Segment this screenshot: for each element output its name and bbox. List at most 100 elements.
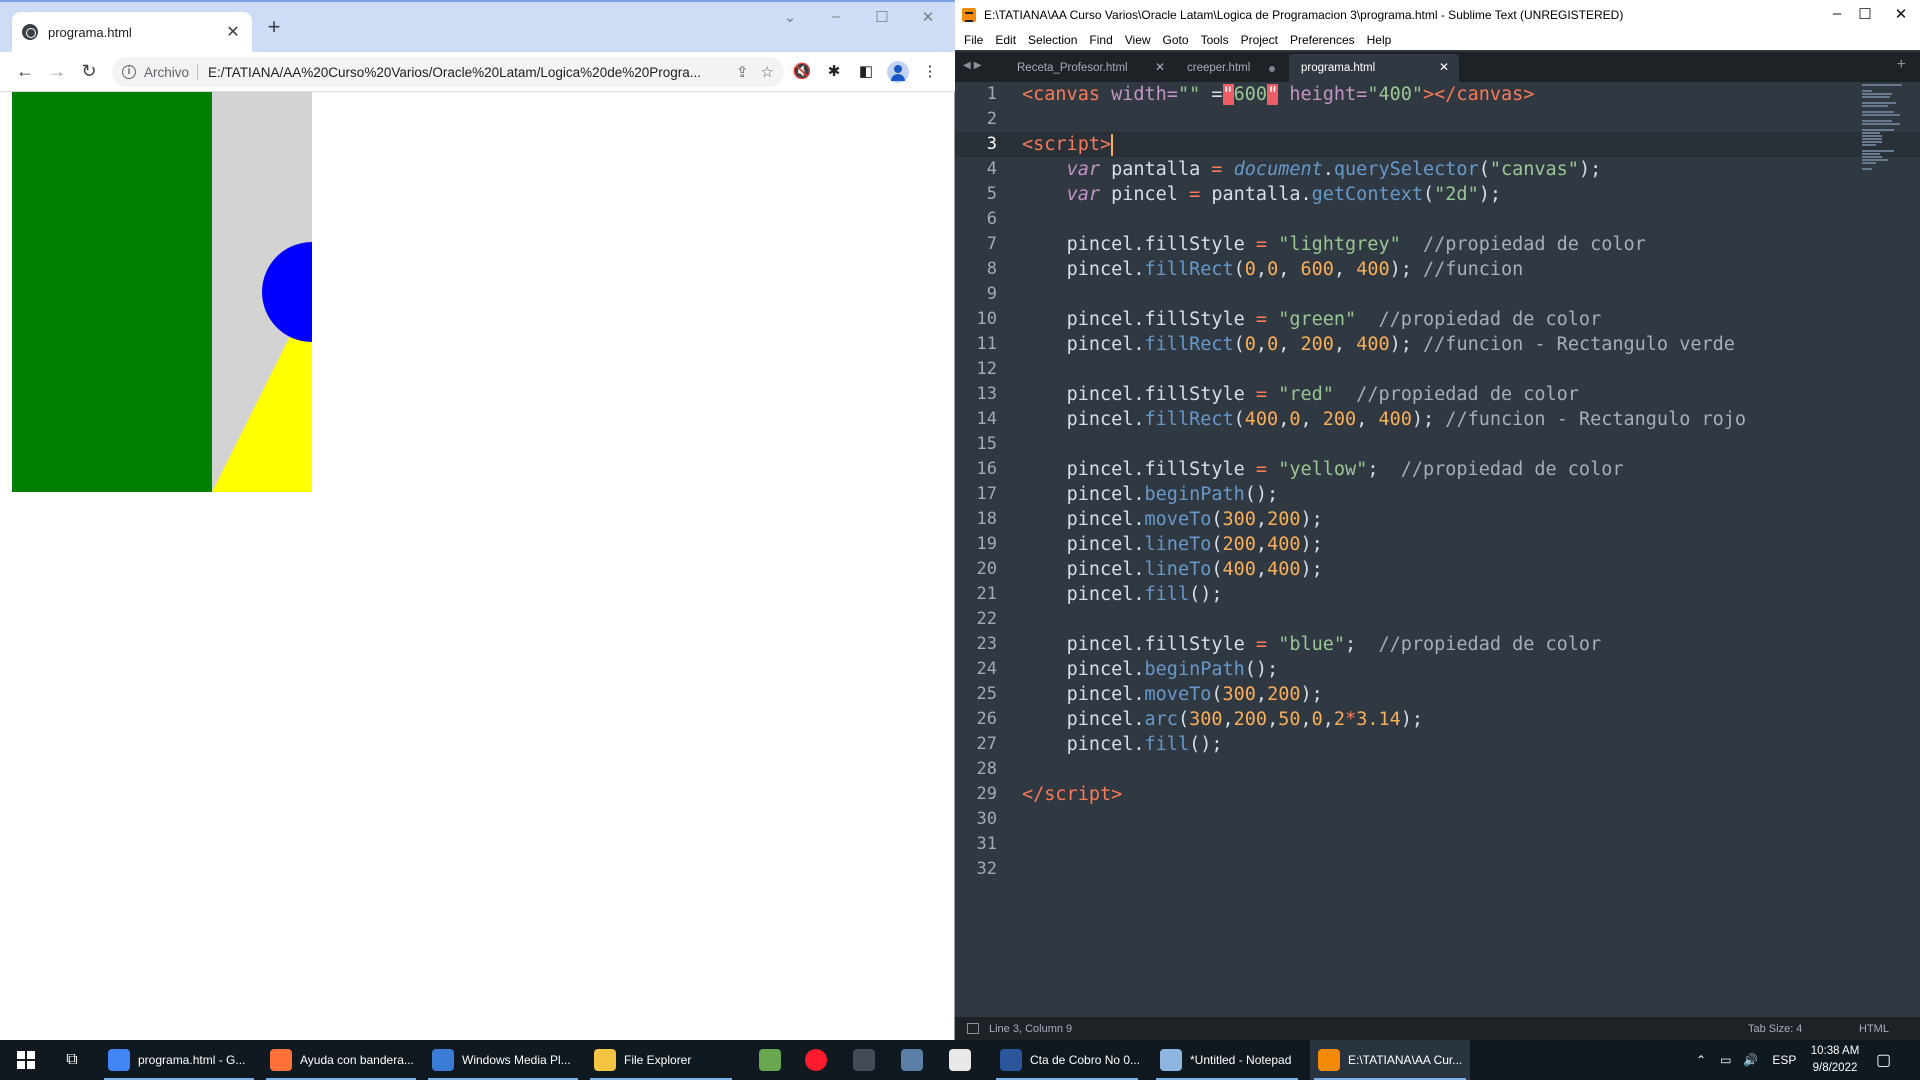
line-number: 26 — [976, 709, 997, 729]
close-window-button[interactable]: ✕ — [908, 8, 948, 26]
taskbar-item-sublime[interactable]: E:\TATIANA\AA Cur... — [1310, 1040, 1470, 1080]
menu-goto[interactable]: Goto — [1163, 33, 1189, 47]
side-panel-icon[interactable]: ◧ — [856, 62, 876, 82]
code-token: = — [1255, 634, 1268, 655]
editor-maximize-button[interactable]: ☐ — [1845, 5, 1885, 23]
panel-toggle-icon[interactable] — [967, 1023, 979, 1034]
reload-icon[interactable]: ↻ — [74, 57, 104, 87]
taskbar-item-word[interactable]: Cta de Cobro No 0... — [992, 1040, 1142, 1080]
menu-find[interactable]: Find — [1089, 33, 1112, 47]
more-menu-icon[interactable]: ⋮ — [920, 62, 940, 82]
tab-size[interactable]: Tab Size: 4 — [1748, 1023, 1802, 1035]
address-bar[interactable]: i Archivo E:/TATIANA/AA%20Curso%20Varios… — [112, 57, 784, 87]
taskbar-pinned-paint[interactable] — [752, 1040, 788, 1080]
code-line-3[interactable]: <script> — [1022, 132, 1114, 157]
code-line-10[interactable]: pincel.fillStyle = "green" //propiedad d… — [1022, 307, 1602, 332]
volume-icon[interactable]: 🔊 — [1743, 1053, 1758, 1067]
code-line-16[interactable]: pincel.fillStyle = "yellow"; //propiedad… — [1022, 457, 1624, 482]
back-arrow-icon[interactable]: ← — [10, 57, 40, 87]
info-icon[interactable]: i — [122, 65, 136, 79]
taskbar-pinned-opera[interactable] — [798, 1040, 834, 1080]
menu-view[interactable]: View — [1125, 33, 1151, 47]
tab-label: Receta_Profesor.html — [1017, 62, 1128, 74]
forward-arrow-icon[interactable]: → — [42, 57, 72, 87]
tab-programa[interactable]: programa.html ✕ — [1289, 54, 1459, 82]
code-line-13[interactable]: pincel.fillStyle = "red" //propiedad de … — [1022, 382, 1579, 407]
code-line-14[interactable]: pincel.fillRect(400,0, 200, 400); //func… — [1022, 407, 1746, 432]
code-line-20[interactable]: pincel.lineTo(400,400); — [1022, 557, 1323, 582]
tray-overflow-chevron-icon[interactable]: ⌃ — [1696, 1053, 1706, 1067]
network-icon[interactable]: ▭ — [1720, 1053, 1731, 1067]
new-file-icon[interactable]: + — [1897, 56, 1906, 74]
tab-creeper[interactable]: creeper.html — [1175, 54, 1287, 82]
notification-center-icon[interactable]: ▢ — [1876, 1040, 1891, 1080]
browser-tab[interactable]: programa.html ✕ — [12, 12, 252, 52]
code-line-1[interactable]: <canvas width="" ="600" height="400"></c… — [1022, 82, 1534, 107]
menu-edit[interactable]: Edit — [995, 33, 1016, 47]
taskbar-item-file-explorer[interactable]: File Explorer — [586, 1040, 736, 1080]
code-line-24[interactable]: pincel.beginPath(); — [1022, 657, 1279, 682]
task-view-icon[interactable]: ⧉ — [52, 1040, 92, 1080]
code-line-5[interactable]: var pincel = pantalla.getContext("2d"); — [1022, 182, 1501, 207]
code-line-26[interactable]: pincel.arc(300,200,50,0,2*3.14); — [1022, 707, 1423, 732]
close-tab-icon[interactable]: ✕ — [224, 22, 242, 42]
profile-avatar[interactable] — [887, 61, 909, 83]
taskbar-item-chrome[interactable]: programa.html - G... — [100, 1040, 258, 1080]
extensions-icon[interactable]: ✱ — [824, 62, 844, 82]
code-line-7[interactable]: pincel.fillStyle = "lightgrey" //propied… — [1022, 232, 1646, 257]
code-token: ); — [1300, 559, 1323, 580]
code-line-19[interactable]: pincel.lineTo(200,400); — [1022, 532, 1323, 557]
code-line-8[interactable]: pincel.fillRect(0,0, 600, 400); //funcio… — [1022, 257, 1524, 282]
code-editor[interactable]: 1 2 3 4 5 6 7 8 9 10 11 12 13 14 15 16 17 18 19 20 21 22 23 24 2… — [955, 82, 1920, 1017]
taskbar-item-media-player[interactable]: Windows Media Pl... — [424, 1040, 582, 1080]
code-line-4[interactable]: var pantalla = document.querySelector("c… — [1022, 157, 1602, 182]
maximize-button[interactable]: ☐ — [862, 8, 902, 26]
unsaved-dot-icon[interactable] — [1269, 66, 1275, 72]
editor-title: E:\TATIANA\AA Curso Varios\Oracle Latam\… — [984, 8, 1624, 22]
minimap[interactable] — [1862, 82, 1912, 202]
code-token: = — [1255, 384, 1268, 405]
tab-scroll-arrows-icon[interactable]: ◀▶ — [963, 60, 984, 71]
code-line-27[interactable]: pincel.fill(); — [1022, 732, 1223, 757]
code-line-21[interactable]: pincel.fill(); — [1022, 582, 1223, 607]
menu-tools[interactable]: Tools — [1201, 33, 1229, 47]
code-token: 0 — [1244, 259, 1256, 280]
menu-help[interactable]: Help — [1367, 33, 1392, 47]
minimap-line — [1862, 93, 1892, 95]
url-text[interactable]: E:/TATIANA/AA%20Curso%20Varios/Oracle%20… — [208, 65, 724, 80]
taskbar-pinned-calculator[interactable] — [894, 1040, 930, 1080]
bookmark-star-icon[interactable]: ☆ — [761, 63, 774, 81]
code-line-25[interactable]: pincel.moveTo(300,200); — [1022, 682, 1323, 707]
editor-close-button[interactable]: ✕ — [1881, 5, 1920, 23]
new-tab-button[interactable]: + — [262, 16, 286, 40]
taskbar-pinned-video-editor[interactable] — [846, 1040, 882, 1080]
code-line-23[interactable]: pincel.fillStyle = "blue"; //propiedad d… — [1022, 632, 1602, 657]
code-line-29[interactable]: </script> — [1022, 782, 1122, 807]
share-icon[interactable]: ⇪ — [736, 63, 749, 81]
cursor-position[interactable]: Line 3, Column 9 — [989, 1023, 1072, 1035]
taskbar-item-notepad[interactable]: *Untitled - Notepad — [1152, 1040, 1302, 1080]
minimap-line — [1862, 102, 1896, 104]
windows-start-icon[interactable] — [6, 1040, 46, 1080]
menu-project[interactable]: Project — [1241, 33, 1278, 47]
menu-file[interactable]: File — [964, 33, 983, 47]
code-token: , — [1255, 509, 1268, 530]
line-number: 20 — [976, 559, 997, 579]
minimize-button[interactable]: – — [816, 8, 856, 25]
taskbar-item-firefox[interactable]: Ayuda con bandera... — [262, 1040, 420, 1080]
code-line-11[interactable]: pincel.fillRect(0,0, 200, 400); //funcio… — [1022, 332, 1735, 357]
tab-close-icon[interactable]: ✕ — [1439, 60, 1449, 74]
language-indicator[interactable]: ESP — [1772, 1053, 1796, 1067]
taskbar-pinned-app[interactable] — [942, 1040, 978, 1080]
tab-close-icon[interactable]: ✕ — [1155, 60, 1165, 74]
minimap-line — [1862, 96, 1890, 98]
tab-receta-profesor[interactable]: Receta_Profesor.html ✕ — [1005, 54, 1175, 82]
menu-preferences[interactable]: Preferences — [1290, 33, 1355, 47]
code-line-17[interactable]: pincel.beginPath(); — [1022, 482, 1279, 507]
menu-selection[interactable]: Selection — [1028, 33, 1077, 47]
syntax-mode[interactable]: HTML — [1859, 1023, 1889, 1035]
tab-search-button[interactable]: ⌄ — [770, 8, 810, 26]
code-line-18[interactable]: pincel.moveTo(300,200); — [1022, 507, 1323, 532]
mute-icon[interactable]: 🔇 — [792, 62, 812, 82]
system-clock[interactable]: 10:38 AM 9/8/2022 — [1800, 1043, 1870, 1077]
